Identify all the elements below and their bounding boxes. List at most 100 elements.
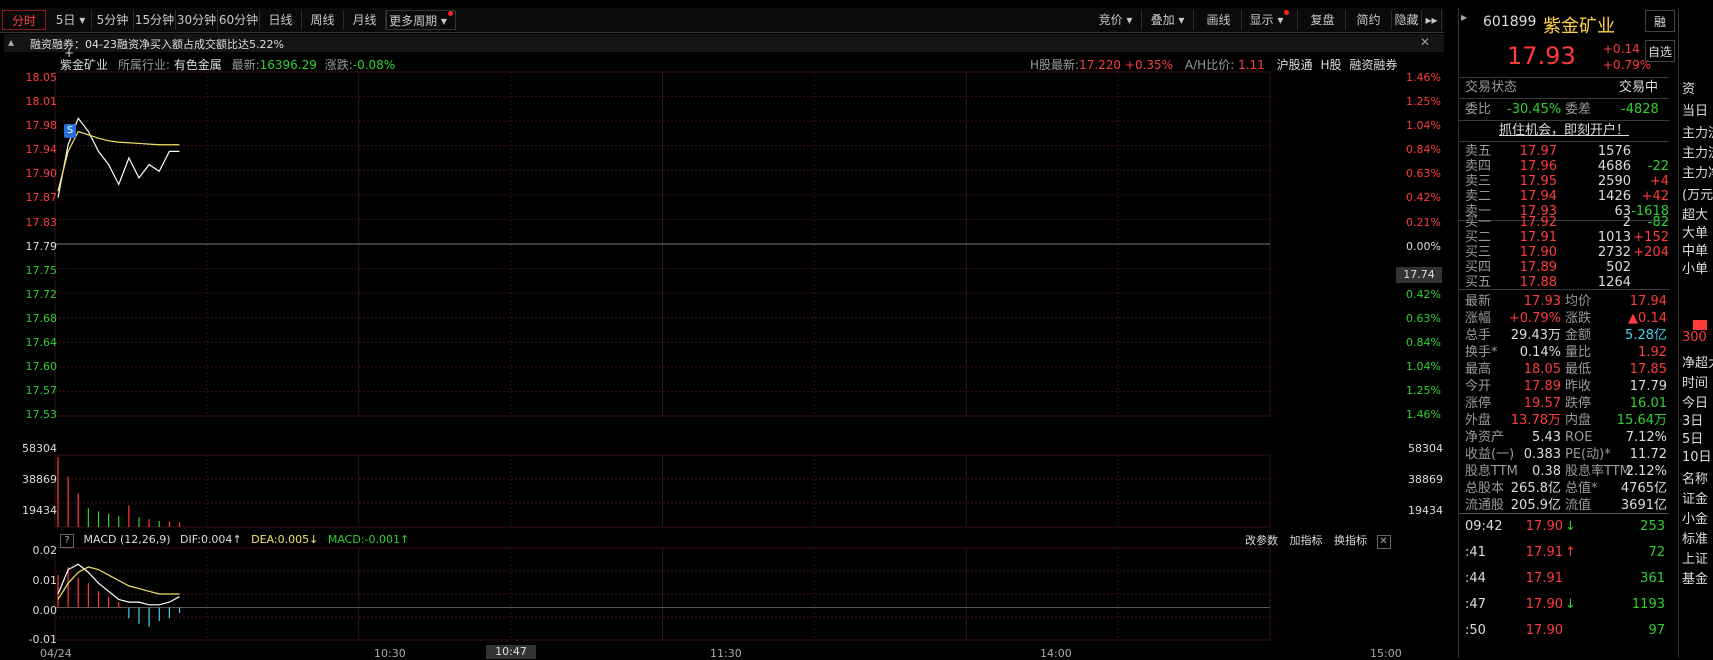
ask-label: 卖二	[1465, 189, 1492, 204]
edit-params-button[interactable]: 改参数	[1245, 534, 1278, 547]
stat-row[interactable]: 流通股 205.9亿 流值 3691亿	[1459, 498, 1669, 514]
stat-label: 流值	[1565, 498, 1592, 513]
ask-row[interactable]: 卖二 17.94 1426 +42	[1459, 189, 1669, 205]
side-item[interactable]: 名称	[1682, 468, 1708, 487]
stat-row[interactable]: 涨停 19.57 跌停 16.01	[1459, 396, 1669, 412]
pct-tick: 0.84%	[1406, 336, 1441, 349]
tick-row[interactable]: :50 17.90 97	[1459, 623, 1669, 639]
side-item[interactable]: (万元)	[1682, 184, 1713, 203]
cursor-price-label: 17.74	[1396, 267, 1442, 283]
stat-label: 均价	[1565, 294, 1592, 309]
side-item[interactable]: 标准	[1682, 528, 1708, 547]
add-watchlist-button[interactable]: 自选	[1645, 40, 1675, 62]
ask-row[interactable]: 卖四 17.96 4686 -22	[1459, 159, 1669, 175]
side-item[interactable]: 10日	[1682, 446, 1712, 465]
side-item[interactable]: 主力流	[1682, 122, 1713, 141]
side-item[interactable]: 小金	[1682, 508, 1708, 527]
stat-row[interactable]: 总手 29.43万 金额 5.28亿	[1459, 328, 1669, 344]
stat-row[interactable]: 股息TTM 0.38 股息率TTM 2.12%	[1459, 464, 1669, 480]
ask-label: 卖四	[1465, 159, 1492, 174]
stat-label: 涨跌	[1565, 311, 1592, 326]
stat-row[interactable]: 总股本 265.8亿 总值* 4765亿	[1459, 481, 1669, 497]
stat-row[interactable]: 最新 17.93 均价 17.94	[1459, 294, 1669, 310]
margin-marker-icon[interactable]: S	[64, 124, 76, 138]
pct-tick: 1.46%	[1406, 408, 1441, 421]
pct-tick: 1.46%	[1406, 71, 1441, 84]
ask-row[interactable]: 卖五 17.97 1576	[1459, 144, 1669, 160]
pct-tick: 0.42%	[1406, 288, 1441, 301]
macd-tick: -0.01	[28, 633, 57, 646]
side-item[interactable]: 中单	[1682, 240, 1708, 259]
bid-label: 买一	[1465, 215, 1492, 230]
price-tick: 17.57	[25, 384, 58, 397]
bid-row[interactable]: 买三 17.90 2732 +204	[1459, 245, 1669, 261]
side-item[interactable]: 今日	[1682, 392, 1708, 411]
volume-bars	[57, 457, 181, 527]
intraday-chart[interactable]	[0, 0, 1458, 658]
crosshair-icon[interactable]: +	[64, 46, 74, 60]
bid-label: 买四	[1465, 260, 1492, 275]
side-item[interactable]: 主力净	[1682, 162, 1713, 181]
stat-row[interactable]: 净资产 5.43 ROE 7.12%	[1459, 430, 1669, 446]
stat-label: 外盘	[1465, 413, 1492, 428]
tick-row[interactable]: :41 17.91 ↑ 72	[1459, 545, 1669, 561]
stat-label: 跌停	[1565, 396, 1592, 411]
side-item[interactable]: 上证	[1682, 548, 1708, 567]
side-item[interactable]: 大单	[1682, 222, 1708, 241]
side-item[interactable]: 当日	[1682, 100, 1708, 119]
stat-label: 昨收	[1565, 379, 1592, 394]
stat-row[interactable]: 外盘 13.78万 内盘 15.64万	[1459, 413, 1669, 429]
bid-row[interactable]: 买二 17.91 1013 +152	[1459, 230, 1669, 246]
side-item[interactable]: 主力流	[1682, 142, 1713, 161]
bid-volume: 2732	[1597, 245, 1631, 260]
side-item[interactable]: 3日	[1682, 410, 1703, 429]
switch-indicator-button[interactable]: 换指标	[1334, 534, 1367, 547]
side-item[interactable]: 资	[1682, 78, 1695, 97]
macd-title[interactable]: MACD (12,26,9)	[84, 533, 171, 546]
side-item[interactable]: 时间	[1682, 372, 1708, 391]
price-change: +0.14	[1603, 42, 1640, 56]
stat-row[interactable]: 今开 17.89 昨收 17.79	[1459, 379, 1669, 395]
tick-price: 17.91	[1525, 545, 1563, 560]
bid-row[interactable]: 买四 17.89 502	[1459, 260, 1669, 276]
bid-change: +152	[1633, 230, 1669, 245]
ask-row[interactable]: 卖三 17.95 2590 +4	[1459, 174, 1669, 190]
price-tick: 17.75	[25, 264, 58, 277]
collapse-icon[interactable]: ▸	[1461, 10, 1467, 24]
help-icon[interactable]: ?	[60, 534, 74, 548]
ask-price: 17.97	[1519, 144, 1557, 159]
time-tick: 04/24	[40, 647, 72, 660]
bid-change: -82	[1647, 215, 1669, 230]
pct-tick: 0.63%	[1406, 167, 1441, 180]
side-item[interactable]: 基金	[1682, 568, 1708, 587]
stat-row[interactable]: 收益(一) 0.383 PE(动)* 11.72	[1459, 447, 1669, 463]
bid-price: 17.92	[1519, 215, 1557, 230]
stat-value: 17.93	[1523, 294, 1561, 309]
stat-row[interactable]: 换手* 0.14% 量比 1.92	[1459, 345, 1669, 361]
bid-row[interactable]: 买一 17.92 2 -82	[1459, 215, 1669, 231]
close-icon[interactable]: ✕	[1376, 535, 1391, 549]
open-account-link[interactable]: 抓住机会，即刻开户！	[1499, 123, 1629, 138]
tick-row[interactable]: :47 17.90 ↓ 1193	[1459, 597, 1669, 613]
price-tick: 17.60	[25, 360, 58, 373]
side-item[interactable]: 超大	[1682, 204, 1708, 223]
stat-label: 总手	[1465, 328, 1492, 343]
side-item[interactable]: 小单	[1682, 258, 1708, 277]
side-item[interactable]: 5日	[1682, 428, 1703, 447]
macd-dea: DEA:0.005	[251, 533, 310, 546]
margin-button[interactable]: 融	[1645, 10, 1675, 32]
side-item[interactable]: 净超大	[1682, 352, 1713, 371]
stat-row[interactable]: 涨幅 +0.79% 涨跌 ▲0.14	[1459, 311, 1669, 327]
volume-tick: 58304	[1408, 442, 1443, 455]
add-indicator-button[interactable]: 加指标	[1290, 534, 1323, 547]
side-item[interactable]: 300	[1682, 330, 1707, 345]
stat-value: 11.72	[1629, 447, 1667, 462]
ask-label: 卖三	[1465, 174, 1492, 189]
stat-value: 265.8亿	[1510, 481, 1561, 496]
price-tick: 18.05	[25, 71, 58, 84]
tick-time: :41	[1465, 545, 1486, 560]
tick-row[interactable]: 09:42 17.90 ↓ 253	[1459, 519, 1669, 535]
side-item[interactable]: 证金	[1682, 488, 1708, 507]
tick-row[interactable]: :44 17.91 361	[1459, 571, 1669, 587]
stat-row[interactable]: 最高 18.05 最低 17.85	[1459, 362, 1669, 378]
